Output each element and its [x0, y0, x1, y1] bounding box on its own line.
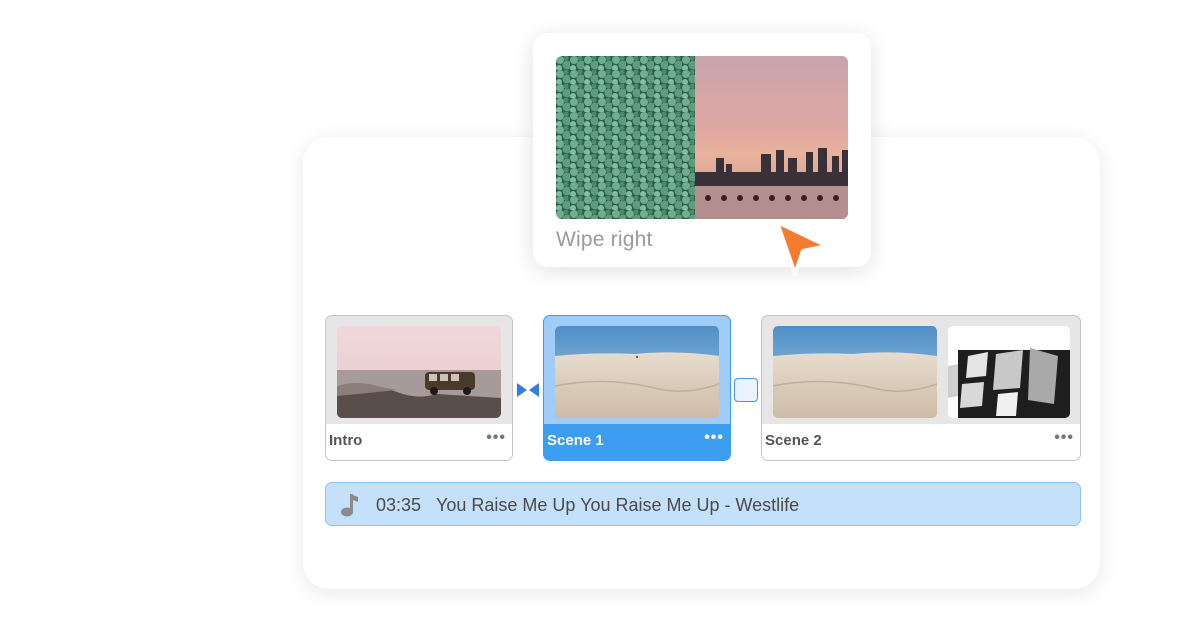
clip-intro[interactable]: Intro ••• — [325, 315, 513, 461]
audio-duration: 03:35 — [376, 495, 422, 515]
clip-scene-2[interactable]: Scene 2 ••• — [761, 315, 1081, 461]
transition-preview-image — [556, 56, 848, 219]
transition-name: Wipe right — [556, 228, 653, 251]
clip-scene-1[interactable]: Scene 1 ••• — [543, 315, 731, 461]
music-note-icon — [340, 492, 360, 523]
cursor-arrow-icon — [773, 218, 833, 285]
transition-add-slot[interactable] — [734, 378, 758, 402]
clip-transition-thumbnail — [948, 326, 1070, 418]
clip-name: Intro — [329, 432, 363, 449]
more-options-icon[interactable]: ••• — [486, 430, 506, 446]
audio-title: You Raise Me Up You Raise Me Up - Westli… — [436, 495, 800, 515]
clip-name: Scene 2 — [765, 432, 822, 449]
transition-bowtie-icon[interactable] — [516, 380, 540, 405]
clip-name: Scene 1 — [547, 432, 604, 449]
more-options-icon[interactable]: ••• — [704, 430, 724, 446]
clip-thumbnail — [337, 326, 501, 418]
clip-thumbnail — [773, 326, 937, 418]
more-options-icon[interactable]: ••• — [1054, 430, 1074, 446]
audio-track[interactable]: 03:35 You Raise Me Up You Raise Me Up - … — [325, 482, 1081, 526]
clip-thumbnail — [555, 326, 719, 418]
